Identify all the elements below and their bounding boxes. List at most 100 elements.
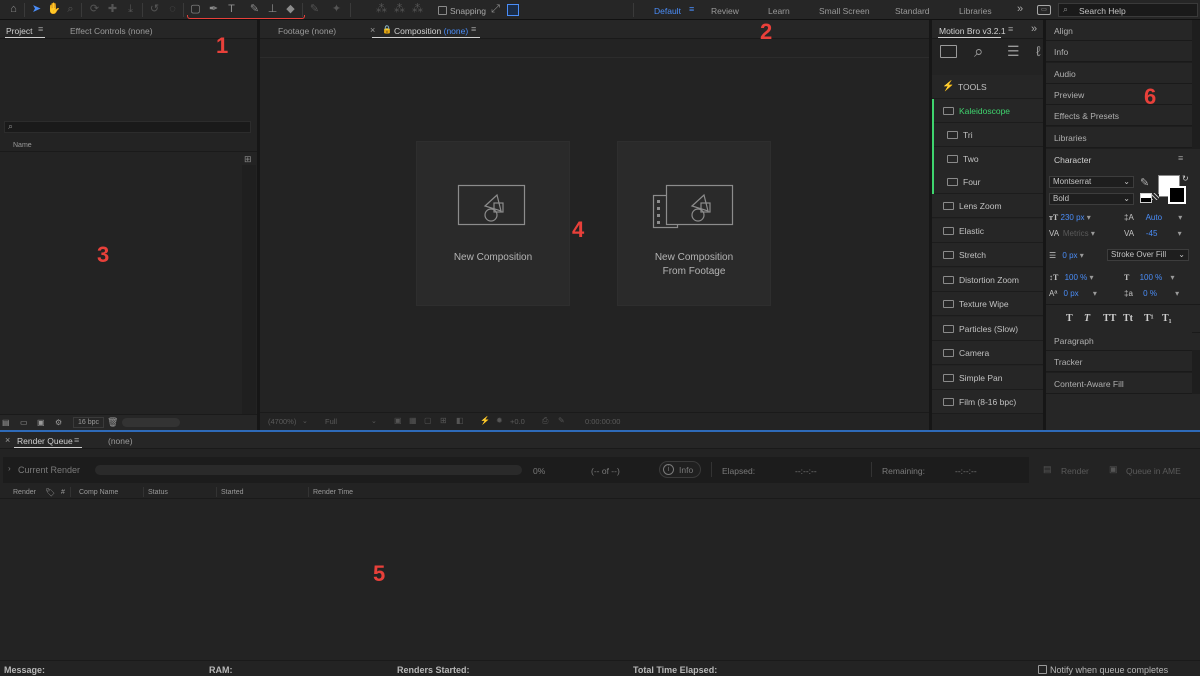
- queue-in-ame-button[interactable]: ▣ Queue in AME: [1106, 460, 1196, 480]
- panel-menu-icon[interactable]: ≡: [38, 24, 43, 34]
- render-button[interactable]: ▤ Render: [1037, 460, 1095, 480]
- faux-bold-button[interactable]: T: [1066, 313, 1073, 324]
- snapping-checkbox[interactable]: [438, 6, 447, 15]
- snap-grid-icon[interactable]: [507, 4, 519, 16]
- roto-brush-tool-icon[interactable]: ✎: [308, 3, 321, 16]
- horizontal-scale-control[interactable]: T 100 % ▾: [1124, 273, 1175, 282]
- small-caps-button[interactable]: Tt: [1123, 313, 1133, 324]
- tab-render-queue[interactable]: Render Queue: [17, 436, 73, 446]
- motion-bro-item[interactable]: Simple Pan: [932, 365, 1043, 390]
- resolution-dropdown[interactable]: Full: [325, 417, 337, 426]
- selection-tool-icon[interactable]: ➤: [30, 3, 43, 16]
- mask-visibility-icon[interactable]: ▢: [424, 416, 432, 425]
- snap-options-icon[interactable]: ⤢: [489, 3, 502, 16]
- snapshot-icon[interactable]: ⎙: [542, 416, 548, 426]
- expand-icon[interactable]: ›: [8, 464, 11, 473]
- tab-project[interactable]: Project: [6, 26, 32, 36]
- tracking-control[interactable]: VA -45 ▾: [1124, 229, 1182, 238]
- transparency-grid-icon[interactable]: ▦: [409, 416, 417, 425]
- exposure-value[interactable]: +0.0: [510, 417, 525, 426]
- show-snapshot-icon[interactable]: ✎: [558, 416, 565, 425]
- stroke-width-control[interactable]: ☰ 0 px ▾: [1049, 251, 1084, 260]
- notify-checkbox[interactable]: [1038, 665, 1047, 674]
- zoom-dropdown[interactable]: (4700%): [268, 417, 296, 426]
- project-settings-icon[interactable]: ⚙: [55, 418, 62, 427]
- zoom-tool-icon[interactable]: ⌕: [64, 3, 77, 16]
- all-caps-button[interactable]: TT: [1103, 313, 1116, 324]
- search-icon[interactable]: ⌕: [974, 42, 984, 62]
- tab-motion-bro[interactable]: Motion Bro v3.2.1: [939, 26, 1006, 36]
- motion-bro-item[interactable]: Stretch: [932, 243, 1043, 267]
- motion-bro-item[interactable]: Camera: [932, 341, 1043, 365]
- column-comp-name[interactable]: Comp Name: [79, 489, 118, 496]
- settings-sliders-icon[interactable]: ☰: [1007, 43, 1020, 60]
- home-icon[interactable]: ⌂: [7, 3, 20, 16]
- sync-settings-icon[interactable]: ▭: [1037, 5, 1051, 15]
- workspace-default[interactable]: Default: [654, 6, 681, 16]
- new-folder-icon[interactable]: ▭: [20, 418, 28, 427]
- fast-previews-icon[interactable]: ⚡: [480, 416, 490, 425]
- exposure-icon[interactable]: ✹: [496, 416, 503, 425]
- kerning-control[interactable]: VA Metrics ▾: [1049, 229, 1095, 238]
- workspace-menu-icon[interactable]: ≡: [689, 4, 694, 14]
- interpret-footage-icon[interactable]: ▤: [2, 418, 10, 427]
- info-button[interactable]: i Info: [659, 461, 701, 478]
- puppet-tool-icon[interactable]: ✦: [330, 3, 343, 16]
- link-icon[interactable]: ℓ: [1036, 43, 1041, 59]
- trash-icon[interactable]: 🗑: [107, 417, 118, 428]
- new-composition-icon[interactable]: ▣: [37, 418, 45, 427]
- tsume-control[interactable]: ‡a 0 % ▾: [1124, 289, 1179, 298]
- more-workspaces-icon[interactable]: »: [1017, 3, 1023, 15]
- panel-align[interactable]: Align: [1046, 20, 1192, 41]
- no-fill-icon[interactable]: [1152, 193, 1159, 200]
- workspace-learn[interactable]: Learn: [768, 6, 790, 16]
- column-name[interactable]: Name: [13, 142, 32, 149]
- superscript-button[interactable]: T¹: [1144, 313, 1154, 324]
- pan-camera-icon[interactable]: ✚: [106, 3, 119, 16]
- motion-bro-item[interactable]: Two: [932, 146, 1043, 171]
- swap-colors-icon[interactable]: ↻: [1182, 174, 1189, 183]
- workspace-small-screen[interactable]: Small Screen: [819, 6, 870, 16]
- orbit-camera-icon[interactable]: ⟳: [88, 3, 101, 16]
- thumbnail-slider[interactable]: [122, 418, 180, 427]
- region-of-interest-icon[interactable]: ▣: [394, 416, 402, 425]
- leading-control[interactable]: ‡A Auto ▾: [1124, 213, 1182, 222]
- panel-paragraph[interactable]: Paragraph: [1046, 330, 1192, 351]
- vertical-scale-control[interactable]: ↕T 100 % ▾: [1049, 273, 1094, 282]
- column-number[interactable]: #: [61, 489, 65, 496]
- project-search-input[interactable]: ⌕: [4, 121, 251, 133]
- motion-bro-tools[interactable]: ⚡ TOOLS: [932, 75, 1043, 99]
- timecode[interactable]: 0:00:00:00: [585, 417, 620, 426]
- baseline-shift-control[interactable]: Aª 0 px ▾: [1049, 289, 1097, 298]
- motion-bro-item[interactable]: Film (8-16 bpc): [932, 390, 1043, 414]
- hand-tool-icon[interactable]: ✋: [47, 3, 61, 16]
- project-scrollbar[interactable]: [242, 165, 256, 415]
- folder-icon[interactable]: [940, 45, 957, 58]
- column-status[interactable]: Status: [148, 489, 168, 496]
- stroke-mode-dropdown[interactable]: Stroke Over Fill ⌄: [1107, 249, 1189, 261]
- stroke-color-swatch[interactable]: [1168, 186, 1186, 204]
- grid-guides-icon[interactable]: ⊞: [440, 416, 447, 425]
- panel-menu-icon[interactable]: ≡: [471, 24, 476, 34]
- bpc-button[interactable]: 16 bpc: [73, 417, 105, 428]
- panel-menu-icon[interactable]: ≡: [74, 435, 79, 445]
- workspace-standard[interactable]: Standard: [895, 6, 930, 16]
- motion-bro-item[interactable]: Four: [932, 170, 1043, 195]
- motion-bro-item[interactable]: Distortion Zoom: [932, 267, 1043, 292]
- default-colors-icon[interactable]: [1140, 193, 1152, 203]
- font-size-control[interactable]: ᴛT 230 px ▾: [1049, 213, 1091, 222]
- panel-menu-icon[interactable]: ≡: [1178, 153, 1183, 163]
- panel-info[interactable]: Info: [1046, 41, 1192, 63]
- panel-preview[interactable]: Preview: [1046, 83, 1192, 105]
- subscript-button[interactable]: T₁: [1162, 313, 1172, 324]
- workspace-libraries[interactable]: Libraries: [959, 6, 992, 16]
- motion-bro-item[interactable]: Particles (Slow): [932, 316, 1043, 341]
- label-tag-icon[interactable]: 🏷: [45, 488, 55, 497]
- eyedropper-icon[interactable]: ✎: [1140, 176, 1149, 189]
- flowchart-icon[interactable]: ⊞: [244, 154, 252, 165]
- panel-audio[interactable]: Audio: [1046, 62, 1192, 84]
- motion-bro-item[interactable]: Kaleidoscope: [932, 99, 1043, 123]
- motion-bro-item[interactable]: Tri: [932, 122, 1043, 147]
- close-icon[interactable]: ×: [370, 25, 375, 35]
- new-composition-card[interactable]: New Composition: [416, 141, 570, 306]
